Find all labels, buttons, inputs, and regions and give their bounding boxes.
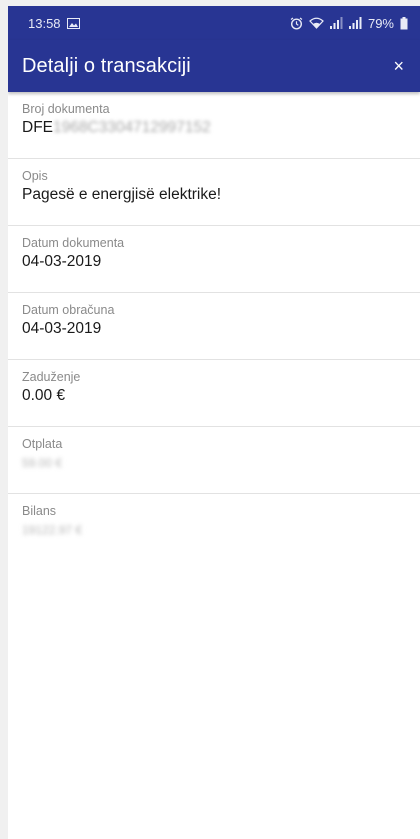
signal-icon-2 xyxy=(348,17,362,29)
status-bar-left: 13:58 xyxy=(28,16,80,31)
field-document-number: Broj dokumenta DFE1968C3304712997152 xyxy=(8,92,420,159)
field-label: Opis xyxy=(22,169,48,183)
balance-redacted: 19122.97 € xyxy=(22,523,83,537)
field-description: Opis Pagesë e energjisë elektrike! xyxy=(8,159,420,226)
field-value: DFE1968C3304712997152 xyxy=(22,119,406,137)
field-label: Otplata xyxy=(22,437,63,451)
field-label: Broj dokumenta xyxy=(22,102,110,116)
payment-redacted: 59.00 € xyxy=(22,456,63,470)
status-time: 13:58 xyxy=(28,15,61,31)
status-bar: 13:58 79% xyxy=(8,6,420,40)
document-number-redacted: 1968C3304712997152 xyxy=(53,119,211,136)
page-title: Detalji o transakciji xyxy=(22,54,191,77)
field-value: Pagesë e energjisë elektrike! xyxy=(22,186,222,203)
battery-percent: 79% xyxy=(367,15,394,31)
phone-screen: 13:58 79% Detalji o transakciji × Broj d… xyxy=(8,6,420,839)
field-value: 19122.97 € xyxy=(22,521,406,539)
gallery-icon xyxy=(66,17,80,29)
field-settlement-date: Datum obračuna 04-03-2019 xyxy=(8,293,420,360)
signal-icon-1 xyxy=(329,17,343,29)
transaction-details: Broj dokumenta DFE1968C3304712997152 Opi… xyxy=(8,92,420,561)
field-value: 0.00 € xyxy=(22,387,66,404)
field-value: 59.00 € xyxy=(22,454,406,472)
battery-icon xyxy=(400,16,408,30)
field-label: Zaduženje xyxy=(22,370,81,384)
field-label: Bilans xyxy=(22,504,57,518)
field-payment: Otplata 59.00 € xyxy=(8,427,420,494)
alarm-icon xyxy=(290,17,303,30)
document-number-prefix: DFE xyxy=(22,119,53,136)
field-balance: Bilans 19122.97 € xyxy=(8,494,420,561)
field-debit: Zaduženje 0.00 € xyxy=(8,360,420,427)
wifi-icon xyxy=(309,17,324,29)
field-value: 04-03-2019 xyxy=(22,253,102,270)
field-label: Datum obračuna xyxy=(22,303,115,317)
field-label: Datum dokumenta xyxy=(22,236,125,250)
status-bar-right: 79% xyxy=(290,16,408,31)
field-value: 04-03-2019 xyxy=(22,320,102,337)
app-bar: Detalji o transakciji × xyxy=(8,40,420,92)
field-document-date: Datum dokumenta 04-03-2019 xyxy=(8,226,420,293)
close-icon[interactable]: × xyxy=(389,53,408,79)
